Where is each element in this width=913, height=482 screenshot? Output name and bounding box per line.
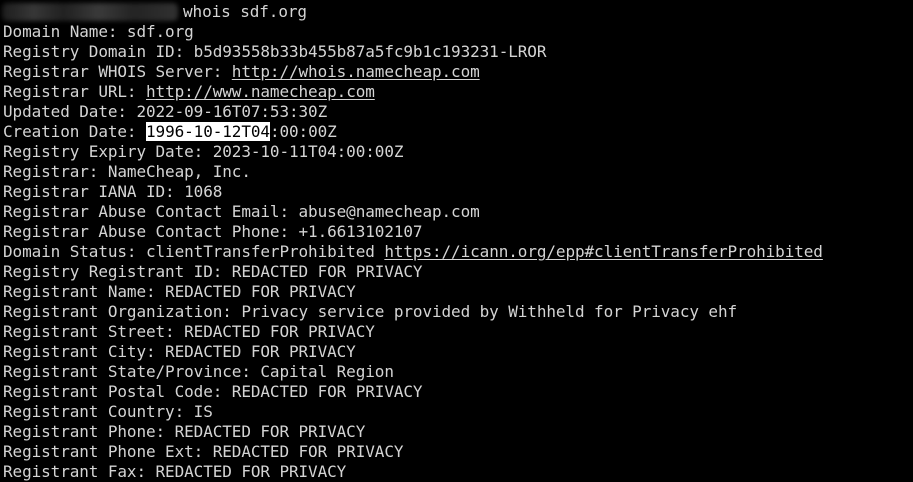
creation-date-rest: :00:00Z xyxy=(269,122,337,141)
output-line-abuse-phone: Registrar Abuse Contact Phone: +1.661310… xyxy=(3,222,423,241)
output-line-registrant-country: Registrant Country: IS xyxy=(3,402,213,421)
output-line-registrant-organization: Registrant Organization: Privacy service… xyxy=(3,302,738,321)
output-line-domain-status: Domain Status: clientTransferProhibited … xyxy=(3,242,823,262)
domain-status-link[interactable]: https://icann.org/epp#clientTransferProh… xyxy=(384,242,823,261)
registrar-url-label: Registrar URL: xyxy=(3,82,146,101)
output-line-registrant-fax: Registrant Fax: REDACTED FOR PRIVACY xyxy=(3,462,347,481)
output-line-registrant-id: Registry Registrant ID: REDACTED FOR PRI… xyxy=(3,262,423,281)
terminal-output[interactable]: whois sdf.org Domain Name: sdf.org Regis… xyxy=(0,0,913,482)
output-line-registry-domain-id: Registry Domain ID: b5d93558b33b455b87a5… xyxy=(3,42,547,61)
registrar-whois-server-link[interactable]: http://whois.namecheap.com xyxy=(232,62,480,81)
output-line-registrant-street: Registrant Street: REDACTED FOR PRIVACY xyxy=(3,322,375,341)
output-line-registrant-state: Registrant State/Province: Capital Regio… xyxy=(3,362,394,381)
blurred-prompt xyxy=(2,3,178,21)
output-line-iana-id: Registrar IANA ID: 1068 xyxy=(3,182,223,201)
output-line-domain-name: Domain Name: sdf.org xyxy=(3,22,194,41)
output-line-abuse-email: Registrar Abuse Contact Email: abuse@nam… xyxy=(3,202,480,221)
creation-date-label: Creation Date: xyxy=(3,122,146,141)
output-line-registrant-city: Registrant City: REDACTED FOR PRIVACY xyxy=(3,342,356,361)
output-line-registrant-name: Registrant Name: REDACTED FOR PRIVACY xyxy=(3,282,356,301)
output-line-creation-date: Creation Date: 1996-10-12T04:00:00Z xyxy=(3,122,337,142)
output-line-registrar: Registrar: NameCheap, Inc. xyxy=(3,162,251,181)
output-line-registrant-phone-ext: Registrant Phone Ext: REDACTED FOR PRIVA… xyxy=(3,442,404,461)
output-line-updated-date: Updated Date: 2022-09-16T07:53:30Z xyxy=(3,102,328,121)
selected-text[interactable]: 1996-10-12T04 xyxy=(146,122,270,141)
output-line-registrant-phone: Registrant Phone: REDACTED FOR PRIVACY xyxy=(3,422,366,441)
output-line-registrant-postal-code: Registrant Postal Code: REDACTED FOR PRI… xyxy=(3,382,423,401)
registrar-url-link[interactable]: http://www.namecheap.com xyxy=(146,82,375,101)
output-line-registrar-whois-server: Registrar WHOIS Server: http://whois.nam… xyxy=(3,62,480,82)
registrar-whois-server-label: Registrar WHOIS Server: xyxy=(3,62,232,81)
command-line: whois sdf.org xyxy=(183,2,307,21)
output-line-registrar-url: Registrar URL: http://www.namecheap.com xyxy=(3,82,375,102)
output-line-expiry-date: Registry Expiry Date: 2023-10-11T04:00:0… xyxy=(3,142,404,161)
domain-status-label: Domain Status: clientTransferProhibited xyxy=(3,242,385,261)
